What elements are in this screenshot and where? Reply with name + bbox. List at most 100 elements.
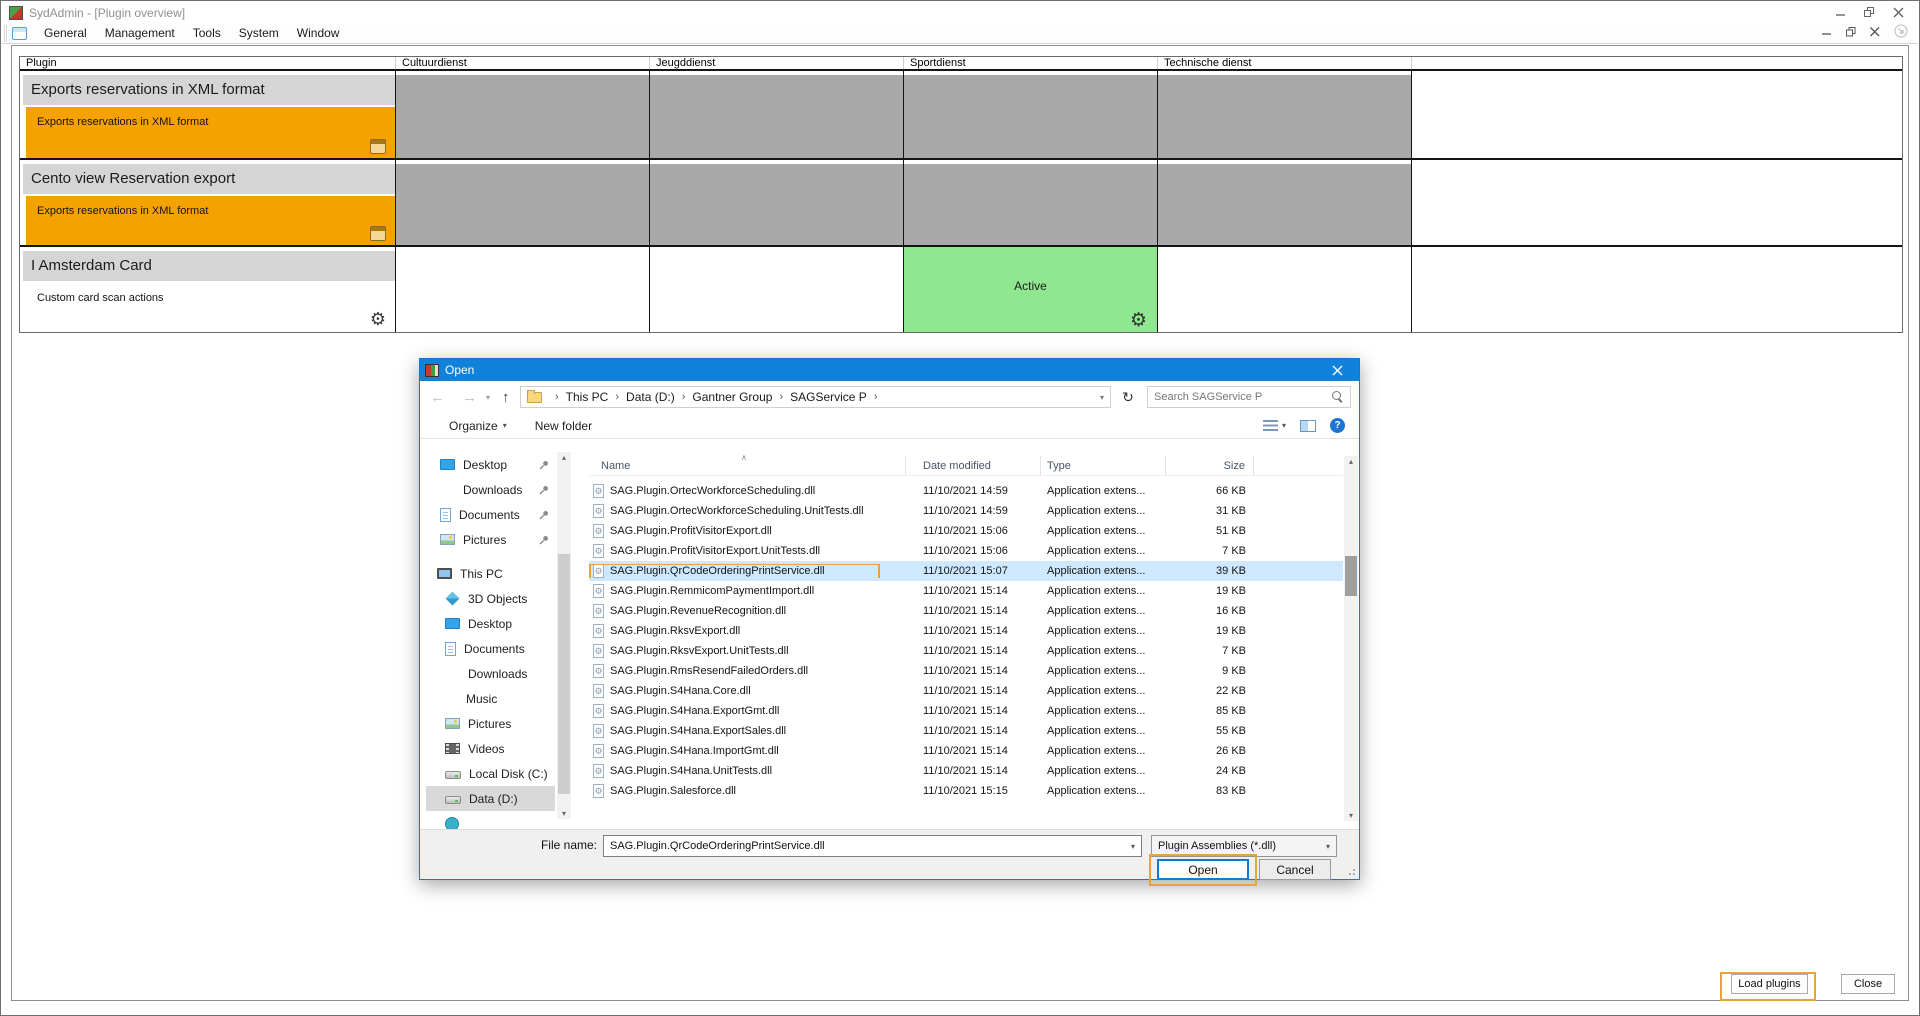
mdi-close-icon[interactable] xyxy=(1870,24,1880,42)
sidebar-item[interactable]: Pictures xyxy=(426,711,555,736)
column-header-type[interactable]: Type xyxy=(1041,456,1166,475)
restore-icon[interactable] xyxy=(1864,7,1875,18)
breadcrumb-segment[interactable]: SAGService P xyxy=(790,390,867,404)
sidebar-item[interactable]: Videos xyxy=(426,736,555,761)
sidebar-item[interactable]: Data (D:) xyxy=(426,786,555,811)
new-folder-button[interactable]: New folder xyxy=(535,419,592,433)
plugin-description-cell[interactable]: Custom card scan actions ⚙ xyxy=(26,283,395,332)
sidebar-item[interactable]: Downloads xyxy=(426,661,555,686)
file-name-input[interactable]: SAG.Plugin.QrCodeOrderingPrintService.dl… xyxy=(603,835,1142,857)
up-icon[interactable]: ↑ xyxy=(502,390,510,405)
file-row[interactable]: ⚙SAG.Plugin.RksvExport.dll 11/10/2021 15… xyxy=(589,621,1343,641)
refresh-icon[interactable]: ↻ xyxy=(1117,386,1139,408)
scrollbar-thumb[interactable] xyxy=(558,554,570,794)
file-row[interactable]: ⚙SAG.Plugin.S4Hana.ImportGmt.dll 11/10/2… xyxy=(589,741,1343,761)
column-header-size[interactable]: Size xyxy=(1166,456,1254,475)
open-button[interactable]: Open xyxy=(1157,859,1249,880)
preview-pane-icon[interactable] xyxy=(1300,420,1316,432)
breadcrumb-segment[interactable]: This PC xyxy=(566,390,609,404)
service-cell[interactable] xyxy=(1158,71,1412,158)
cancel-button[interactable]: Cancel xyxy=(1259,859,1331,880)
load-plugins-button[interactable]: Load plugins xyxy=(1731,974,1808,994)
resize-grip[interactable] xyxy=(1353,873,1355,875)
plugin-description-cell[interactable]: Exports reservations in XML format xyxy=(26,107,395,158)
file-name-dropdown-chevron-icon[interactable]: ▾ xyxy=(1131,842,1135,851)
plugin-description-cell[interactable]: Exports reservations in XML format xyxy=(26,196,395,245)
scroll-up-icon[interactable]: ▴ xyxy=(1344,457,1358,466)
file-row[interactable]: ⚙SAG.Plugin.RmsResendFailedOrders.dll 11… xyxy=(589,661,1343,681)
close-button[interactable]: Close xyxy=(1841,974,1895,994)
scroll-up-icon[interactable]: ▴ xyxy=(557,453,571,462)
sidebar-item-partial[interactable] xyxy=(426,811,555,829)
file-type-select[interactable]: Plugin Assemblies (*.dll) ▾ xyxy=(1151,835,1337,857)
search-icon[interactable] xyxy=(1332,391,1344,403)
service-cell[interactable] xyxy=(650,160,904,245)
float-window-icon[interactable] xyxy=(1894,24,1908,43)
column-header-name[interactable]: Name xyxy=(589,456,906,475)
view-mode-button[interactable]: ▾ xyxy=(1263,420,1286,432)
file-row[interactable]: ⚙SAG.Plugin.QrCodeOrderingPrintService.d… xyxy=(589,561,1343,581)
menu-item[interactable]: System xyxy=(230,23,288,43)
gear-icon[interactable]: ⚙ xyxy=(1130,311,1147,330)
file-row[interactable]: ⚙SAG.Plugin.RemmicomPaymentImport.dll 11… xyxy=(589,581,1343,601)
sidebar-item[interactable]: 3D Objects xyxy=(426,586,555,611)
file-row[interactable]: ⚙SAG.Plugin.S4Hana.ExportGmt.dll 11/10/2… xyxy=(589,701,1343,721)
service-cell[interactable] xyxy=(650,71,904,158)
file-row[interactable]: ⚙SAG.Plugin.RevenueRecognition.dll 11/10… xyxy=(589,601,1343,621)
file-list-scrollbar[interactable]: ▴ ▾ xyxy=(1344,456,1358,821)
file-row[interactable]: ⚙SAG.Plugin.Salesforce.dll 11/10/2021 15… xyxy=(589,781,1343,801)
file-row[interactable]: ⚙SAG.Plugin.S4Hana.Core.dll 11/10/2021 1… xyxy=(589,681,1343,701)
scrollbar-thumb[interactable] xyxy=(1345,556,1357,596)
sidebar-item[interactable]: Music xyxy=(426,686,555,711)
breadcrumb-segment[interactable]: Data (D:) xyxy=(626,390,675,404)
recent-locations-chevron-icon[interactable]: ▾ xyxy=(486,393,490,402)
sidebar-item[interactable]: Desktop xyxy=(426,452,555,477)
search-box[interactable]: Search SAGService P xyxy=(1147,386,1351,408)
menu-item[interactable]: Tools xyxy=(184,23,230,43)
service-cell[interactable] xyxy=(1158,247,1412,332)
calendar-icon[interactable] xyxy=(370,139,386,154)
service-cell[interactable]: Active⚙ xyxy=(904,247,1158,332)
scroll-down-icon[interactable]: ▾ xyxy=(557,809,571,818)
service-cell[interactable] xyxy=(396,160,650,245)
sidebar-item[interactable]: Pictures xyxy=(426,527,555,552)
scroll-down-icon[interactable]: ▾ xyxy=(1344,811,1358,820)
help-icon[interactable]: ? xyxy=(1330,418,1345,433)
menu-item[interactable]: Management xyxy=(96,23,184,43)
forward-icon[interactable]: → xyxy=(462,390,477,405)
service-cell[interactable] xyxy=(904,160,1158,245)
sidebar-item[interactable]: This PC xyxy=(426,561,555,586)
menu-item[interactable]: General xyxy=(35,23,96,43)
file-row[interactable]: ⚙SAG.Plugin.ProfitVisitorExport.dll 11/1… xyxy=(589,521,1343,541)
dialog-close-icon[interactable] xyxy=(1315,359,1359,381)
file-row[interactable]: ⚙SAG.Plugin.RksvExport.UnitTests.dll 11/… xyxy=(589,641,1343,661)
file-row[interactable]: ⚙SAG.Plugin.S4Hana.ExportSales.dll 11/10… xyxy=(589,721,1343,741)
sidebar-item[interactable]: Desktop xyxy=(426,611,555,636)
service-cell[interactable] xyxy=(1158,160,1412,245)
service-cell[interactable] xyxy=(650,247,904,332)
sidebar-scrollbar[interactable]: ▴ ▾ xyxy=(557,452,571,819)
file-row[interactable]: ⚙SAG.Plugin.OrtecWorkforceScheduling.Uni… xyxy=(589,501,1343,521)
close-icon[interactable] xyxy=(1893,7,1904,18)
back-icon[interactable]: ← xyxy=(430,390,445,405)
menu-item[interactable]: Window xyxy=(288,23,349,43)
mdi-child-icon[interactable] xyxy=(12,27,27,40)
calendar-icon[interactable] xyxy=(370,226,386,241)
file-row[interactable]: ⚙SAG.Plugin.OrtecWorkforceScheduling.dll… xyxy=(589,481,1343,501)
sidebar-item[interactable]: Local Disk (C:) xyxy=(426,761,555,786)
service-cell[interactable] xyxy=(396,247,650,332)
organize-menu[interactable]: Organize▾ xyxy=(449,419,507,433)
mdi-minimize-icon[interactable] xyxy=(1822,24,1832,42)
sidebar-item[interactable]: Downloads xyxy=(426,477,555,502)
address-dropdown-chevron-icon[interactable]: ▾ xyxy=(1100,393,1106,402)
service-cell[interactable] xyxy=(396,71,650,158)
address-bar[interactable]: ›This PC›Data (D:)›Gantner Group›SAGServ… xyxy=(520,386,1111,408)
file-row[interactable]: ⚙SAG.Plugin.S4Hana.UnitTests.dll 11/10/2… xyxy=(589,761,1343,781)
sidebar-item[interactable]: Documents xyxy=(426,636,555,661)
gear-icon[interactable]: ⚙ xyxy=(370,310,386,328)
service-cell[interactable] xyxy=(904,71,1158,158)
sidebar-item[interactable]: Documents xyxy=(426,502,555,527)
file-row[interactable]: ⚙SAG.Plugin.ProfitVisitorExport.UnitTest… xyxy=(589,541,1343,561)
breadcrumb-segment[interactable]: Gantner Group xyxy=(692,390,772,404)
column-header-date[interactable]: Date modified xyxy=(906,456,1041,475)
